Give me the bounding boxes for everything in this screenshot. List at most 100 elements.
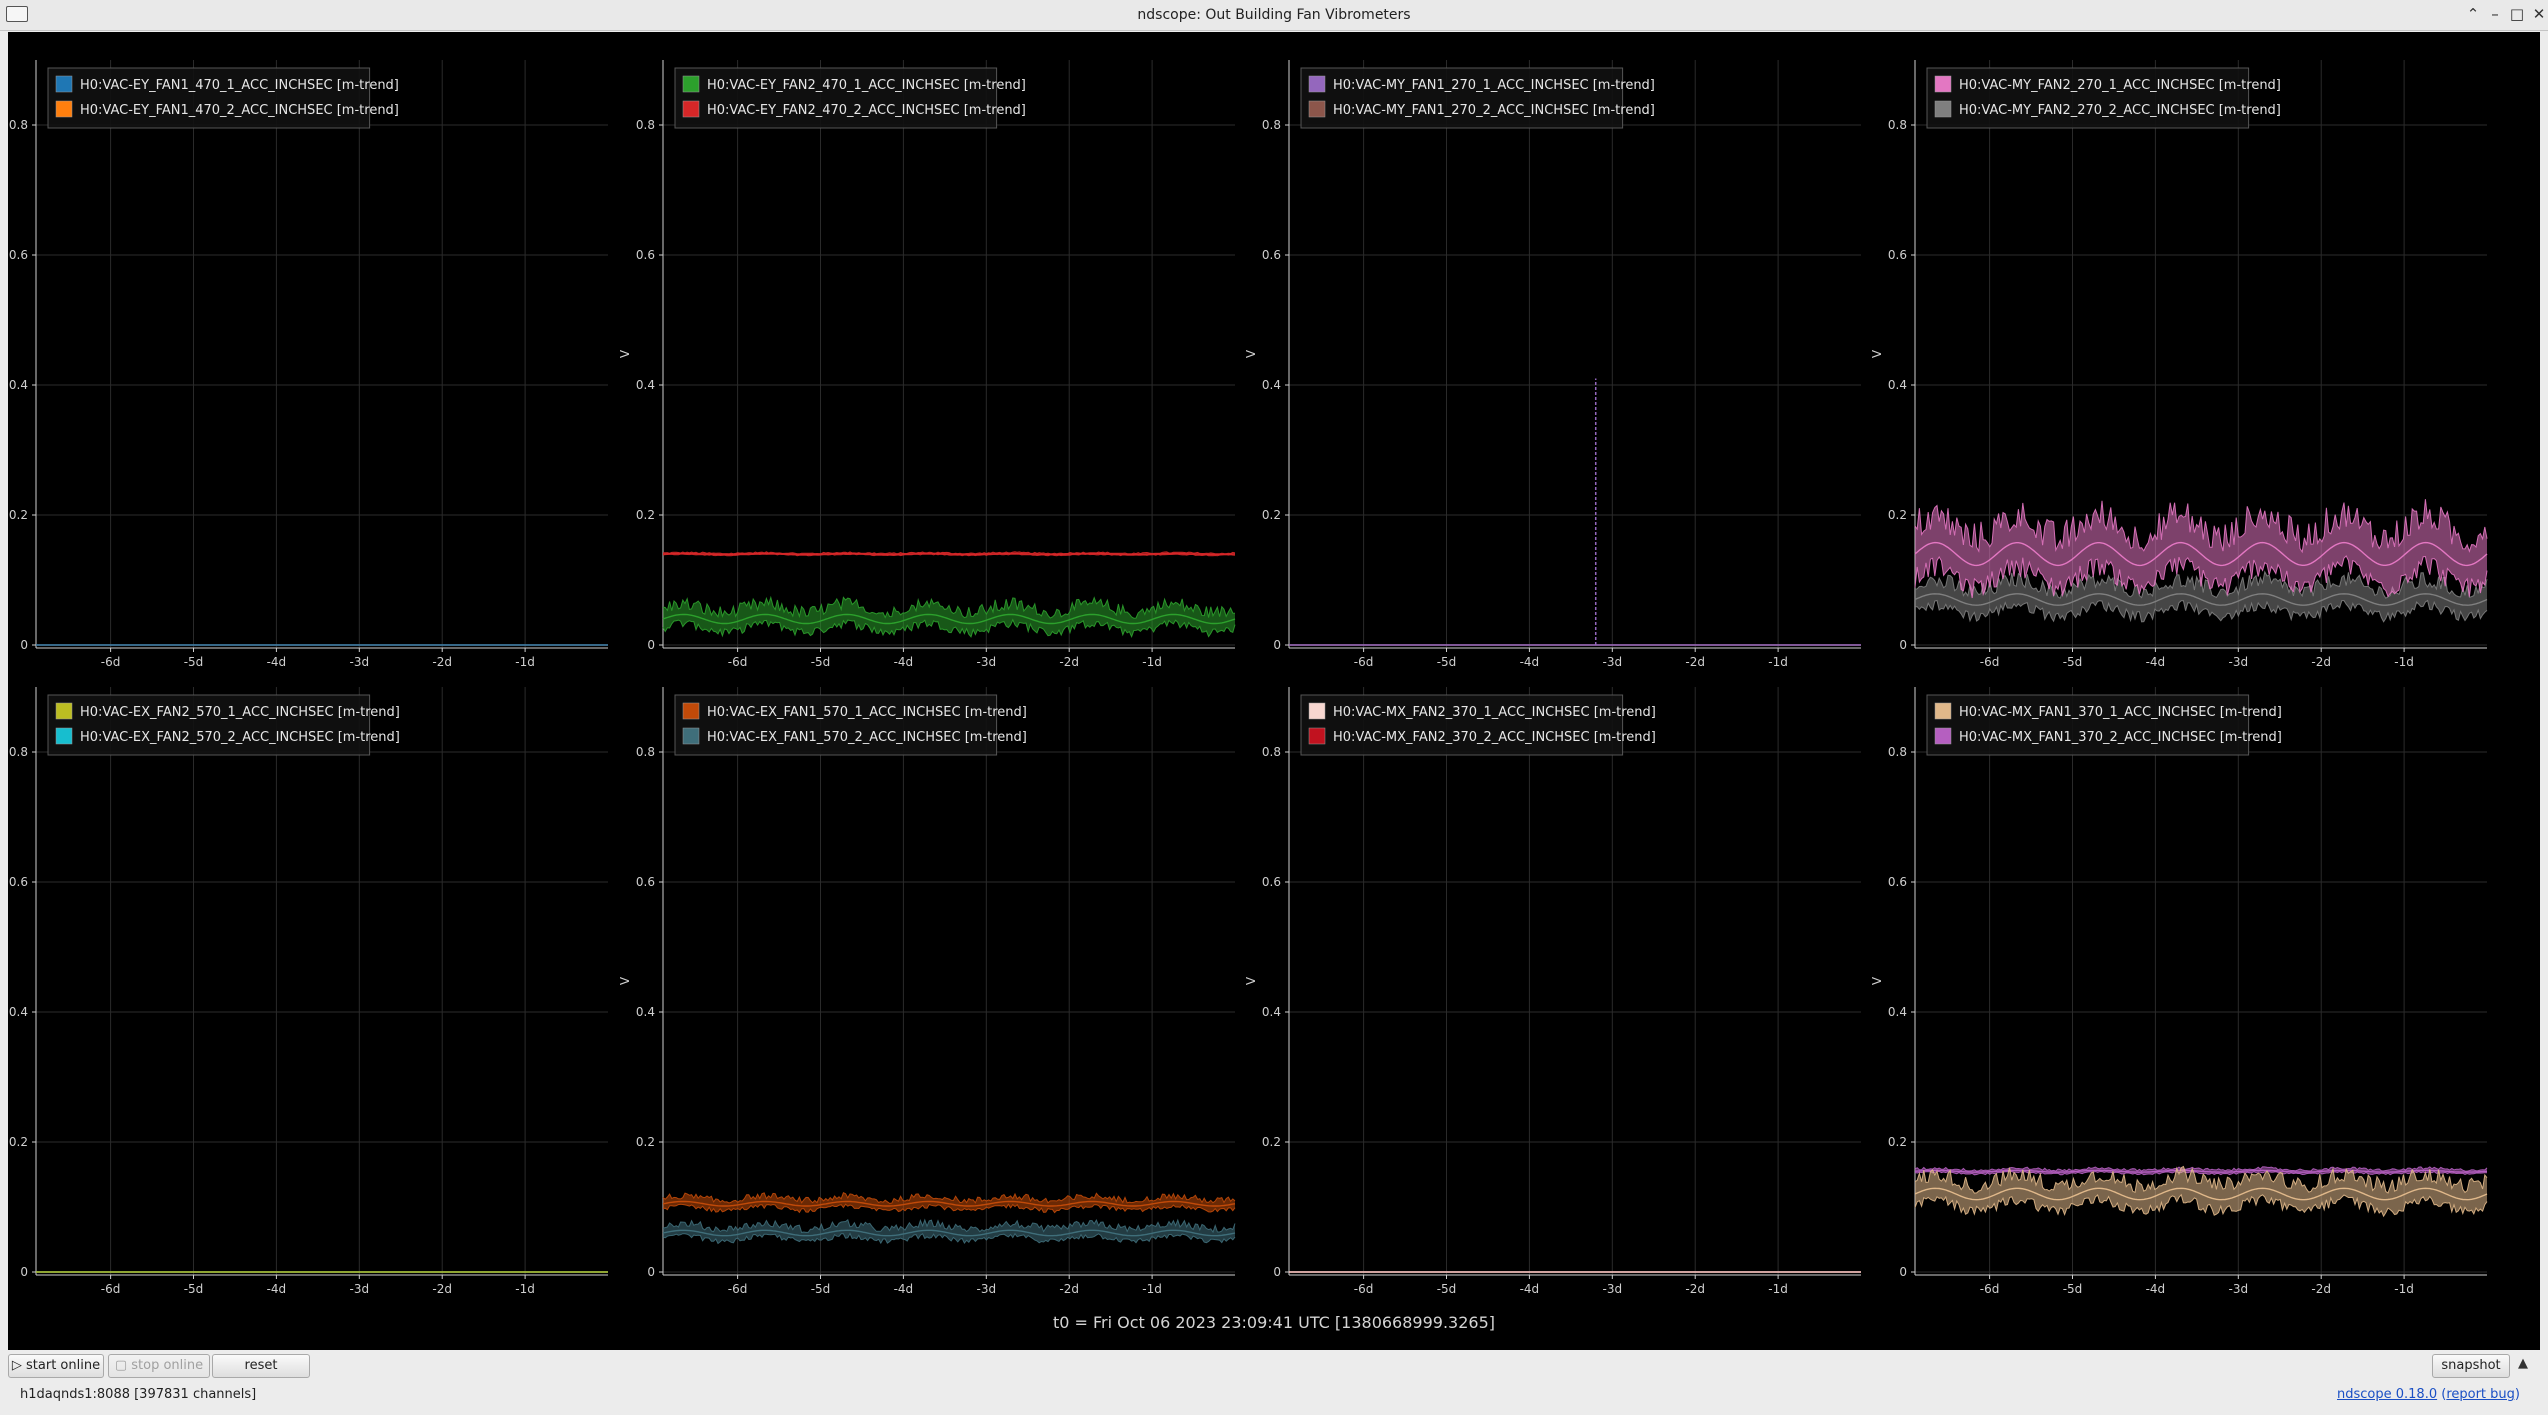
y-tick-label: 0.8 — [1262, 745, 1281, 759]
chevron-up-icon[interactable]: ⌃ — [2462, 3, 2484, 25]
x-tick-label: -5d — [1437, 1282, 1457, 1296]
version-info: ndscope 0.18.0 (report bug) — [2337, 1387, 2520, 1402]
x-tick-label: -6d — [728, 655, 748, 669]
plots-grid[interactable]: 0 0.2 0.4 0.6 0.8 -6d -5d -4d -3d -2d -1d V H0:VAC-E… — [8, 32, 2540, 1350]
y-tick-label: 0.2 — [1262, 1135, 1281, 1149]
window-title: ndscope: Out Building Fan Vibrometers — [1137, 7, 1411, 23]
x-tick-label: -3d — [977, 655, 997, 669]
x-tick-label: -4d — [1520, 655, 1540, 669]
y-tick-label: 0.4 — [1262, 378, 1281, 392]
x-tick-label: -1d — [1768, 1282, 1788, 1296]
y-tick-label: 0.4 — [1262, 1005, 1281, 1019]
y-tick-label: 0.2 — [1262, 508, 1281, 522]
minimize-button[interactable]: – — [2484, 3, 2506, 25]
x-tick-label: -5d — [1437, 655, 1457, 669]
legend-swatch — [682, 100, 700, 118]
x-tick-label: -6d — [728, 1282, 748, 1296]
version-link[interactable]: ndscope 0.18.0 — [2337, 1387, 2437, 1402]
legend-swatch — [1934, 727, 1952, 745]
series-trace — [662, 551, 1236, 557]
legend-box — [47, 67, 371, 129]
y-tick-label: 0.8 — [1888, 745, 1907, 759]
close-button[interactable]: ✕ — [2528, 3, 2548, 25]
y-tick-label: 0.2 — [1888, 1135, 1907, 1149]
y-axis-label: V — [1870, 349, 1884, 358]
chart-panel: 0 0.2 0.4 0.6 0.8 -6d -5d -4d -3d -2d -1d V H0:VAC-M… — [1244, 687, 1861, 1296]
x-tick-label: -6d — [1980, 1282, 2000, 1296]
t0-label: t0 = Fri Oct 06 2023 23:09:41 UTC [13806… — [1052, 1313, 1495, 1332]
expand-arrow-icon[interactable]: ▲ — [2518, 1356, 2528, 1371]
chart-panel: 0 0.2 0.4 0.6 0.8 -6d -5d -4d -3d -2d -1d V H0:VAC-M… — [1870, 687, 2488, 1296]
x-tick-label: -2d — [2311, 655, 2331, 669]
reset-button[interactable]: reset — [212, 1354, 310, 1378]
y-tick-label: 0 — [20, 1265, 28, 1279]
x-tick-label: -4d — [1520, 1282, 1540, 1296]
legend-label: H0:VAC-MY_FAN2_270_2_ACC_INCHSEC [m-tren… — [1959, 103, 2281, 118]
legend-swatch — [1934, 75, 1952, 93]
x-tick-label: -2d — [2311, 1282, 2331, 1296]
legend: H0:VAC-MY_FAN2_270_1_ACC_INCHSEC [m-tren… — [1926, 67, 2281, 129]
x-tick-label: -4d — [2146, 1282, 2166, 1296]
x-tick-label: -1d — [1142, 1282, 1162, 1296]
maximize-button[interactable]: □ — [2506, 3, 2528, 25]
y-tick-label: 0.6 — [636, 248, 655, 262]
bottom-bar: ▷ start online ▢ stop online reset snaps… — [0, 1350, 2548, 1415]
server-status: h1daqnds1:8088 [397831 channels] — [20, 1387, 257, 1402]
legend: H0:VAC-MX_FAN2_370_1_ACC_INCHSEC [m-tren… — [1300, 694, 1656, 756]
x-tick-label: -5d — [811, 655, 831, 669]
y-tick-label: 0.4 — [636, 378, 655, 392]
y-tick-label: 0.6 — [1262, 875, 1281, 889]
start-online-button[interactable]: ▷ start online — [8, 1354, 104, 1378]
legend-label: H0:VAC-MX_FAN2_370_2_ACC_INCHSEC [m-tren… — [1333, 730, 1656, 745]
legend-label: H0:VAC-EY_FAN1_470_2_ACC_INCHSEC [m-tren… — [80, 103, 399, 118]
y-axis-label: V — [1870, 976, 1884, 985]
legend: H0:VAC-EX_FAN2_570_1_ACC_INCHSEC [m-tren… — [47, 694, 400, 756]
x-tick-label: -5d — [184, 655, 204, 669]
legend-label: H0:VAC-MX_FAN1_370_2_ACC_INCHSEC [m-tren… — [1959, 730, 2282, 745]
x-tick-label: -6d — [1354, 1282, 1374, 1296]
x-tick-label: -5d — [2063, 655, 2083, 669]
y-tick-label: 0.2 — [9, 1135, 28, 1149]
x-tick-label: -2d — [432, 655, 452, 669]
legend-box — [1926, 67, 2250, 129]
y-tick-label: 0 — [647, 1265, 655, 1279]
legend: H0:VAC-MX_FAN1_370_1_ACC_INCHSEC [m-tren… — [1926, 694, 2282, 756]
series-trace — [662, 595, 1236, 639]
report-bug-link[interactable]: report bug — [2446, 1387, 2515, 1402]
legend-label: H0:VAC-EY_FAN1_470_1_ACC_INCHSEC [m-tren… — [80, 78, 399, 93]
x-tick-label: -3d — [2229, 1282, 2249, 1296]
snapshot-button[interactable]: snapshot — [2432, 1354, 2510, 1378]
y-tick-label: 0.8 — [1888, 118, 1907, 132]
legend-swatch — [682, 702, 700, 720]
x-tick-label: -4d — [2146, 655, 2166, 669]
y-axis-label: V — [1244, 976, 1258, 985]
y-tick-label: 0.8 — [9, 745, 28, 759]
legend-label: H0:VAC-EX_FAN1_570_2_ACC_INCHSEC [m-tren… — [707, 730, 1027, 745]
x-tick-label: -6d — [101, 655, 121, 669]
y-tick-label: 0.2 — [636, 508, 655, 522]
x-tick-label: -3d — [1603, 655, 1623, 669]
x-tick-label: -3d — [2229, 655, 2249, 669]
series-trace — [1914, 1166, 2488, 1176]
chart-panel: 0 0.2 0.4 0.6 0.8 -6d -5d -4d -3d -2d -1d V H0:VAC-E… — [618, 687, 1236, 1296]
y-tick-label: 0 — [1273, 1265, 1281, 1279]
x-tick-label: -1d — [515, 655, 535, 669]
y-tick-label: 0.6 — [1888, 248, 1907, 262]
legend-label: H0:VAC-EY_FAN2_470_1_ACC_INCHSEC [m-tren… — [707, 78, 1026, 93]
y-tick-label: 0.2 — [1888, 508, 1907, 522]
legend-label: H0:VAC-EY_FAN2_470_2_ACC_INCHSEC [m-tren… — [707, 103, 1026, 118]
x-tick-label: -2d — [1685, 655, 1705, 669]
y-tick-label: 0.4 — [9, 1005, 28, 1019]
x-tick-label: -3d — [350, 1282, 370, 1296]
y-tick-label: 0.8 — [636, 118, 655, 132]
series-trace — [662, 1218, 1236, 1245]
y-tick-label: 0.6 — [1262, 248, 1281, 262]
x-tick-label: -6d — [1980, 655, 2000, 669]
plot-area[interactable]: 0 0.2 0.4 0.6 0.8 -6d -5d -4d -3d -2d -1d V H0:VAC-E… — [8, 32, 2540, 1350]
legend: H0:VAC-EX_FAN1_570_1_ACC_INCHSEC [m-tren… — [674, 694, 1027, 756]
x-tick-label: -1d — [1142, 655, 1162, 669]
stop-online-button[interactable]: ▢ stop online — [108, 1354, 210, 1378]
legend-box — [47, 694, 371, 756]
x-tick-label: -1d — [2394, 655, 2414, 669]
x-tick-label: -1d — [2394, 1282, 2414, 1296]
